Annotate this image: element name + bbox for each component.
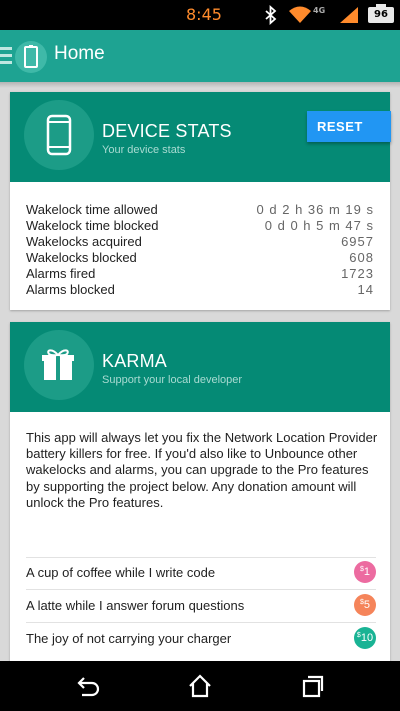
app-bar: Home — [0, 30, 400, 82]
karma-card: KARMA Support your local developer This … — [10, 322, 390, 662]
stat-label: Wakelocks acquired — [26, 234, 142, 249]
back-icon[interactable] — [76, 673, 102, 699]
price-amount: 10 — [360, 632, 374, 644]
stat-row: Wakelocks acquired 6957 — [26, 234, 374, 250]
divider — [26, 622, 376, 623]
price-badge[interactable]: $5 — [354, 594, 376, 616]
donation-option-latte[interactable]: A latte while I answer forum questions $… — [26, 594, 376, 618]
stat-value: 608 — [349, 250, 374, 265]
status-bar: 8:45 4G 96 — [0, 0, 400, 30]
recents-icon[interactable] — [298, 673, 324, 699]
donation-label: A latte while I answer forum questions — [26, 598, 245, 613]
divider — [26, 589, 376, 590]
stat-label: Wakelocks blocked — [26, 250, 137, 265]
price-currency: $ — [356, 632, 361, 639]
karma-header: KARMA Support your local developer — [10, 322, 390, 412]
donation-label: A cup of coffee while I write code — [26, 565, 216, 580]
app-title: Home — [54, 43, 105, 64]
gift-icon — [42, 349, 74, 380]
stat-row: Wakelocks blocked 608 — [26, 250, 374, 266]
menu-icon[interactable] — [0, 47, 12, 65]
stat-label: Alarms blocked — [26, 282, 115, 297]
stat-value: 0 d 2 h 36 m 19 s — [256, 202, 374, 217]
donation-option-coffee[interactable]: A cup of coffee while I write code $1 — [26, 561, 376, 585]
wifi-icon — [289, 6, 311, 23]
stat-row: Wakelock time allowed 0 d 2 h 36 m 19 s — [26, 202, 374, 218]
device-stats-subtitle: Your device stats — [102, 144, 186, 156]
stat-label: Wakelock time blocked — [26, 218, 159, 233]
price-amount: 5 — [363, 599, 371, 611]
battery-icon: 96 — [368, 7, 394, 23]
price-badge[interactable]: $10 — [354, 627, 376, 649]
stat-row: Wakelock time blocked 0 d 0 h 5 m 47 s — [26, 218, 374, 234]
stat-value: 1723 — [341, 266, 374, 281]
stat-label: Wakelock time allowed — [26, 202, 158, 217]
price-currency: $ — [359, 599, 364, 606]
navigation-bar — [0, 661, 400, 711]
battery-level: 96 — [374, 9, 388, 20]
app-logo-icon[interactable] — [14, 40, 48, 74]
donation-label: The joy of not carrying your charger — [26, 631, 232, 646]
stat-row: Alarms blocked 14 — [26, 282, 374, 298]
device-stats-title: DEVICE STATS — [102, 121, 232, 141]
home-icon[interactable] — [187, 673, 213, 699]
reset-button[interactable]: RESET — [307, 111, 391, 142]
bluetooth-icon — [265, 5, 277, 25]
karma-title: KARMA — [102, 351, 168, 371]
cellular-signal-icon — [340, 7, 358, 23]
stat-value: 0 d 0 h 5 m 47 s — [264, 218, 374, 233]
stat-value: 6957 — [341, 234, 374, 249]
price-badge[interactable]: $1 — [354, 561, 376, 583]
device-stats-list: Wakelock time allowed 0 d 2 h 36 m 19 s … — [10, 182, 390, 310]
price-currency: $ — [359, 566, 364, 573]
phone-icon — [46, 114, 72, 156]
divider — [26, 557, 376, 558]
device-stats-card: DEVICE STATS Your device stats RESET Wak… — [10, 92, 391, 310]
signal-4g-icon: 4G — [313, 6, 326, 15]
donation-option-charger[interactable]: The joy of not carrying your charger $10 — [26, 627, 376, 651]
karma-description: This app will always let you fix the Net… — [26, 430, 378, 510]
app-bar-shadow — [0, 82, 400, 88]
status-time: 8:45 — [186, 5, 222, 24]
stat-value: 14 — [357, 282, 374, 297]
stat-label: Alarms fired — [26, 266, 96, 281]
price-amount: 1 — [363, 566, 371, 578]
karma-subtitle: Support your local developer — [102, 374, 243, 386]
stat-row: Alarms fired 1723 — [26, 266, 374, 282]
